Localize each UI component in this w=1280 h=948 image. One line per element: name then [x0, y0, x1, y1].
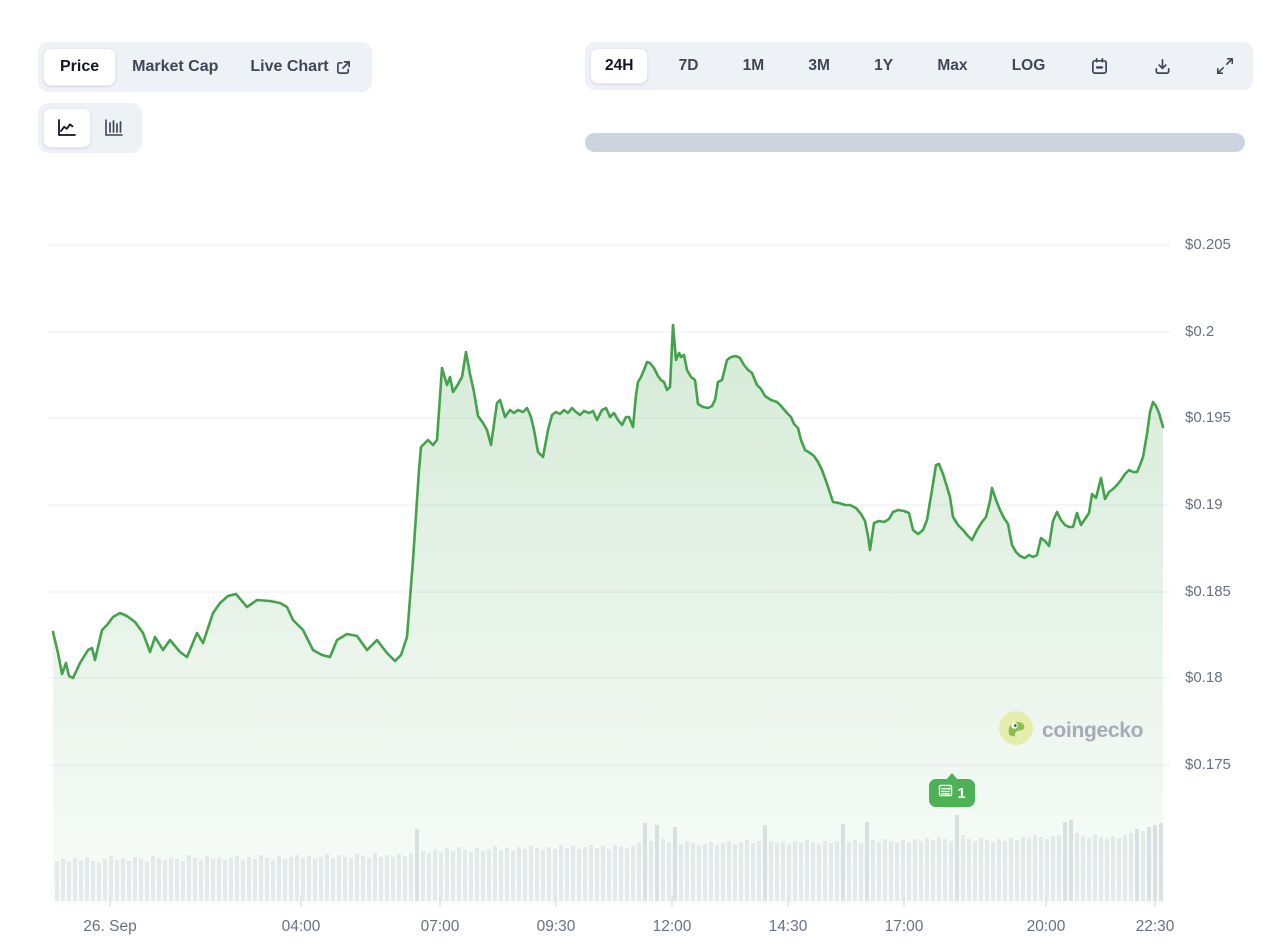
y-axis-label: $0.195	[1185, 409, 1231, 427]
annotation-count: 1	[957, 785, 965, 802]
x-axis-label: 07:00	[421, 918, 460, 936]
price-chart-canvas[interactable]	[0, 0, 1280, 948]
y-axis-label: $0.19	[1185, 496, 1223, 514]
x-axis-label: 14:30	[769, 918, 808, 936]
y-axis-label: $0.205	[1185, 236, 1231, 254]
x-axis-label: 09:30	[537, 918, 576, 936]
x-axis-label: 22:30	[1136, 918, 1175, 936]
y-axis-label: $0.18	[1185, 669, 1223, 687]
coingecko-logo-icon	[998, 710, 1034, 751]
x-axis-label: 17:00	[885, 918, 924, 936]
x-axis-label: 20:00	[1027, 918, 1066, 936]
y-axis-label: $0.2	[1185, 323, 1214, 341]
x-axis-label: 12:00	[653, 918, 692, 936]
x-axis-label: 26. Sep	[83, 918, 136, 936]
x-axis-label: 04:00	[282, 918, 321, 936]
y-axis-label: $0.185	[1185, 583, 1231, 601]
coingecko-wordmark: coingecko	[1042, 719, 1143, 743]
price-chart-page: Price Market Cap Live Chart	[0, 0, 1280, 948]
coingecko-watermark: coingecko	[998, 710, 1143, 751]
y-axis-label: $0.175	[1185, 756, 1231, 774]
news-icon	[938, 784, 953, 802]
news-annotation-badge[interactable]: 1	[929, 779, 975, 807]
